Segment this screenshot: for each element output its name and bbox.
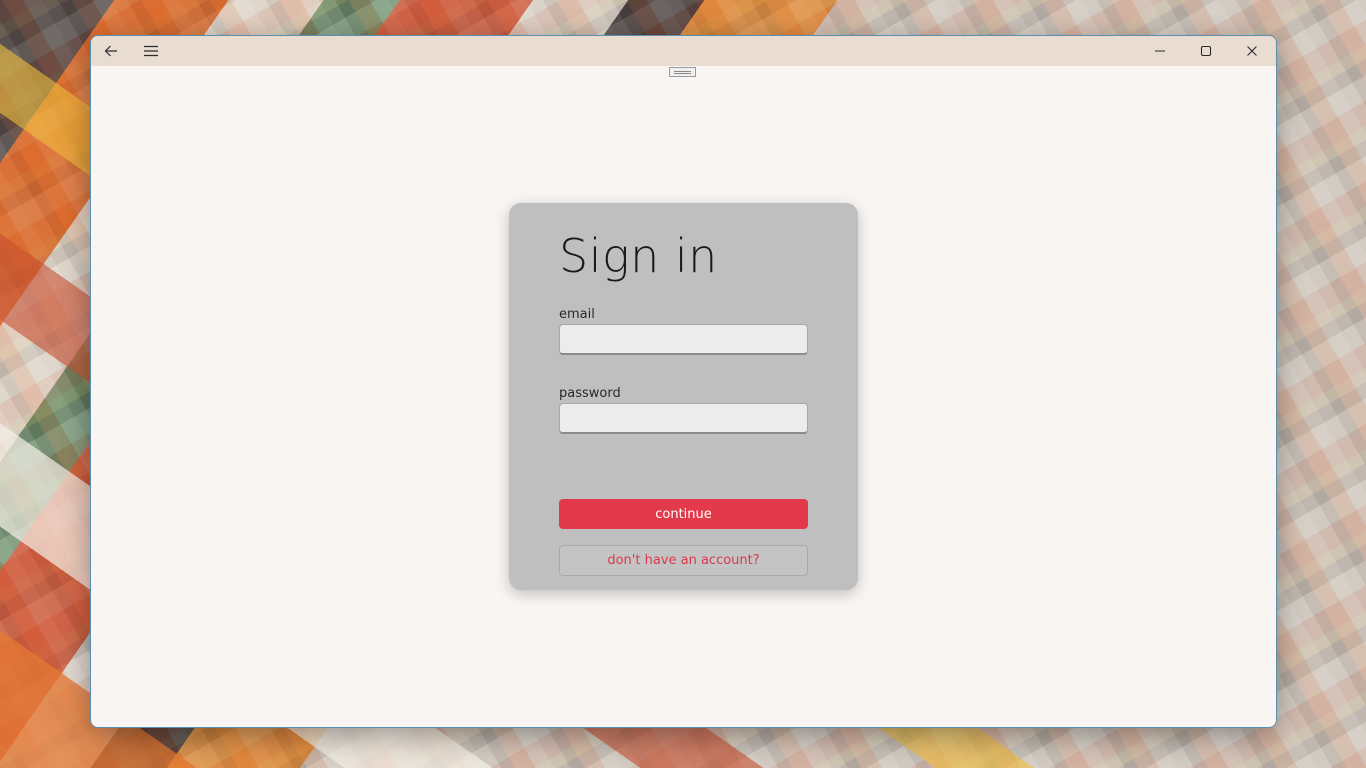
back-button[interactable] (95, 36, 127, 66)
close-button[interactable] (1229, 36, 1275, 66)
drag-handle[interactable] (669, 67, 696, 77)
title-bar[interactable] (91, 36, 1276, 66)
app-window: Sign in email password continue don't ha… (90, 35, 1277, 728)
email-label: email (559, 307, 595, 322)
sign-in-title: Sign in (559, 229, 718, 283)
menu-button[interactable] (135, 36, 167, 66)
create-account-button[interactable]: don't have an account? (559, 545, 808, 576)
minimize-icon (1155, 50, 1165, 52)
minimize-button[interactable] (1137, 36, 1183, 66)
password-label: password (559, 386, 621, 401)
hamburger-menu-icon (144, 45, 158, 57)
maximize-button[interactable] (1183, 36, 1229, 66)
password-field[interactable] (559, 403, 808, 434)
email-field[interactable] (559, 324, 808, 355)
continue-button[interactable]: continue (559, 499, 808, 529)
maximize-icon (1200, 45, 1212, 57)
back-arrow-icon (104, 45, 117, 57)
sign-in-card: Sign in email password continue don't ha… (509, 203, 858, 590)
drag-handle-grip-icon (674, 70, 691, 74)
close-icon (1247, 46, 1257, 56)
